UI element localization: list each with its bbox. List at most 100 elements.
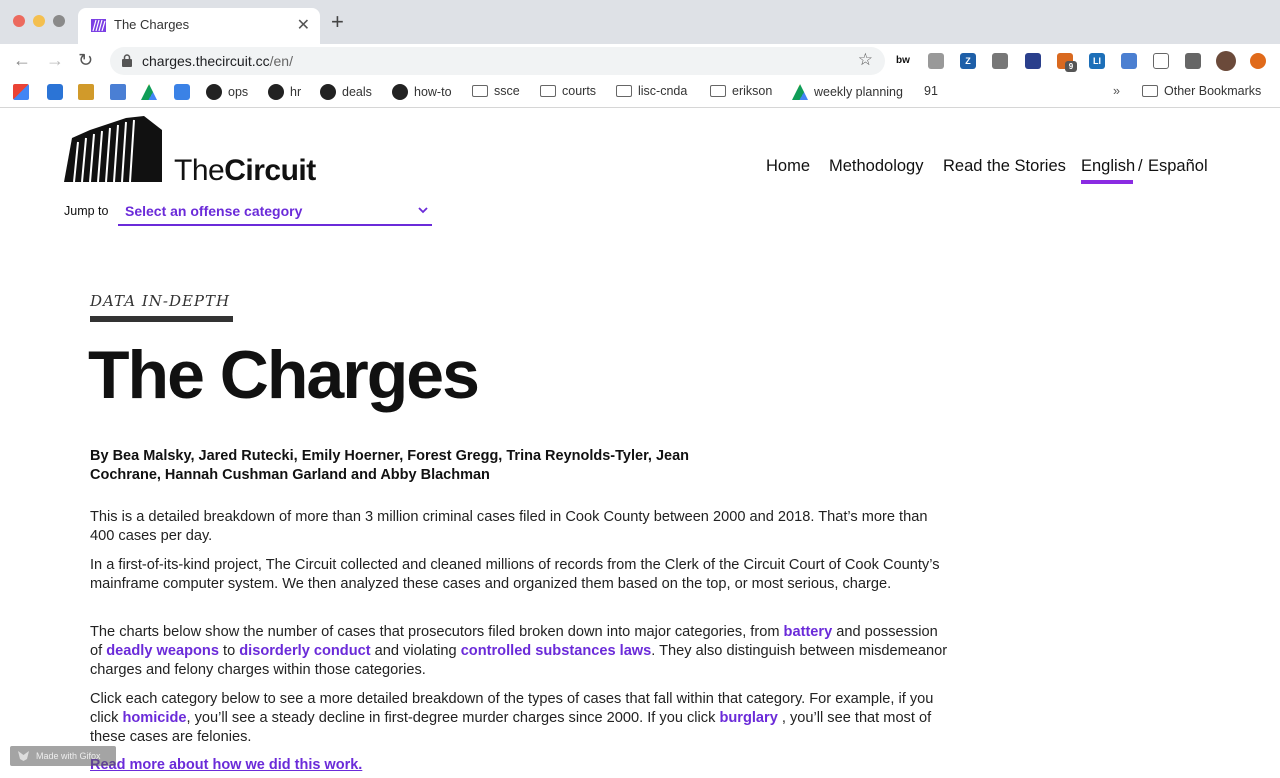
extensions-puzzle-icon[interactable] [1185,53,1201,69]
bookmark-label: hr [290,85,302,99]
bookmark-label: ssce [494,84,520,98]
address-bar[interactable]: charges.thecircuit.cc/en/ ☆ [110,47,885,75]
chevron-down-icon [418,207,428,214]
bookmarks-bar: ops hr deals how-to ssce courts lisc-cnd… [0,78,1280,108]
drive-bookmark-icon[interactable] [141,84,157,100]
burglary-link[interactable]: burglary [719,710,777,726]
intro-paragraph-4: Click each category below to see a more … [90,691,934,745]
bookmark-weekly-planning[interactable]: weekly planning [792,84,903,100]
disorderly-conduct-link[interactable]: disorderly conduct [239,643,370,659]
extension-document-icon[interactable] [1153,53,1169,69]
extension-feather-icon[interactable] [1121,53,1137,69]
nav-language-separator: / [1138,157,1143,175]
deadly-weapons-link[interactable]: deadly weapons [106,643,219,659]
nav-espanol[interactable]: Español [1148,157,1208,176]
intro-paragraph-3: The charts below show the number of case… [90,624,948,678]
site-logo[interactable]: TheCircuit [64,116,316,189]
bookmark-blue-icon[interactable] [174,84,190,100]
url-text: charges.thecircuit.cc/en/ [142,53,293,69]
forward-arrow-icon[interactable]: → [46,49,64,71]
intro-paragraph-2: In a first-of-its-kind project, The Circ… [90,557,940,592]
bookmark-label: ops [228,85,249,99]
extension-react-icon[interactable] [1025,53,1041,69]
folder-icon [540,85,556,97]
bookmark-label: lisc-cnda [638,84,688,98]
bookmark-hr[interactable]: hr [268,84,301,100]
close-tab-icon[interactable]: ✕ [297,15,310,35]
article-kicker: DATA IN-DEPTH [90,292,231,310]
back-arrow-icon[interactable]: ← [13,49,31,71]
folder-icon [1142,85,1158,97]
bookmark-deals[interactable]: deals [320,84,372,100]
page-title: The Charges [88,337,480,413]
active-language-underline [1081,180,1133,184]
extension-bw-icon[interactable]: bw [895,53,911,69]
logo-wordmark: TheCircuit [174,154,316,187]
folder-icon [616,85,632,97]
bookmark-lisc-cnda[interactable]: lisc-cnda [616,84,687,98]
drive-icon [792,84,808,100]
active-tab[interactable]: The Charges ✕ [78,8,320,44]
github-icon [268,84,284,100]
extension-zotero-icon[interactable]: Z [960,53,976,69]
bookmark-courts[interactable]: courts [540,84,596,98]
extension-linkedin-icon[interactable]: LI [1089,53,1105,69]
folder-icon [472,85,488,97]
browser-toolbar: ← → ↻ charges.thecircuit.cc/en/ ☆ bw Z 9… [0,44,1280,78]
github-icon [206,84,222,100]
extension-orange-icon[interactable] [1250,53,1266,69]
maximize-window-button[interactable] [53,15,65,27]
bookmark-label: erikson [732,84,773,98]
bookmark-label: how-to [414,85,452,99]
nav-methodology[interactable]: Methodology [829,157,923,176]
bookmark-erikson[interactable]: erikson [710,84,772,98]
kicker-divider [90,316,233,322]
bookmark-f-icon[interactable] [47,84,63,100]
circuit-logo-icon [64,116,162,183]
github-icon [320,84,336,100]
tab-title: The Charges [114,17,190,32]
lock-icon [122,54,132,67]
reload-icon[interactable]: ↻ [78,49,93,71]
battery-link[interactable]: battery [784,624,833,640]
bookmark-label: deals [342,85,372,99]
byline-line-2: Cochrane, Hannah Cushman Garland and Abb… [90,467,490,483]
github-icon [392,84,408,100]
calendar-bookmark-icon[interactable] [110,84,126,100]
bookmark-91[interactable]: 91 [924,84,938,98]
nav-home[interactable]: Home [766,157,810,176]
bookmark-ssce[interactable]: ssce [472,84,520,98]
profile-avatar[interactable] [1216,51,1236,71]
fox-icon [18,751,29,761]
folder-icon [710,85,726,97]
bookmark-label: Other Bookmarks [1164,84,1262,98]
bookmark-label: courts [562,84,597,98]
bookmark-notebook-icon[interactable] [78,84,94,100]
offense-category-value: Select an offense category [125,203,303,219]
extension-camera-icon[interactable] [928,53,944,69]
bookmark-label: weekly planning [814,85,903,99]
extension-gear-icon[interactable] [992,53,1008,69]
bookmark-label: 91 [924,84,938,98]
nav-english[interactable]: English [1081,157,1135,176]
minimize-window-button[interactable] [33,15,45,27]
offense-category-select[interactable]: Select an offense category [118,202,432,226]
new-tab-button[interactable]: + [331,11,344,33]
controlled-substances-link[interactable]: controlled substances laws [461,643,652,659]
close-window-button[interactable] [13,15,25,27]
other-bookmarks[interactable]: Other Bookmarks [1142,84,1261,98]
read-more-link[interactable]: Read more about how we did this work. [90,757,362,773]
bookmark-ops[interactable]: ops [206,84,248,100]
byline-line-1: By Bea Malsky, Jared Rutecki, Emily Hoer… [90,448,690,464]
bookmark-star-icon[interactable]: ☆ [858,50,873,70]
gmail-bookmark-icon[interactable] [13,84,29,100]
jump-to-label: Jump to [64,204,109,218]
extension-badge-icon[interactable]: 9 [1057,53,1077,72]
intro-paragraph-1: This is a detailed breakdown of more tha… [90,509,928,544]
nav-read-the-stories[interactable]: Read the Stories [943,157,1066,176]
bookmark-how-to[interactable]: how-to [392,84,452,100]
circuit-favicon-icon [91,19,106,32]
extension-badge-count: 9 [1065,61,1077,72]
homicide-link[interactable]: homicide [122,710,186,726]
bookmarks-overflow-button[interactable]: » [1113,84,1120,98]
